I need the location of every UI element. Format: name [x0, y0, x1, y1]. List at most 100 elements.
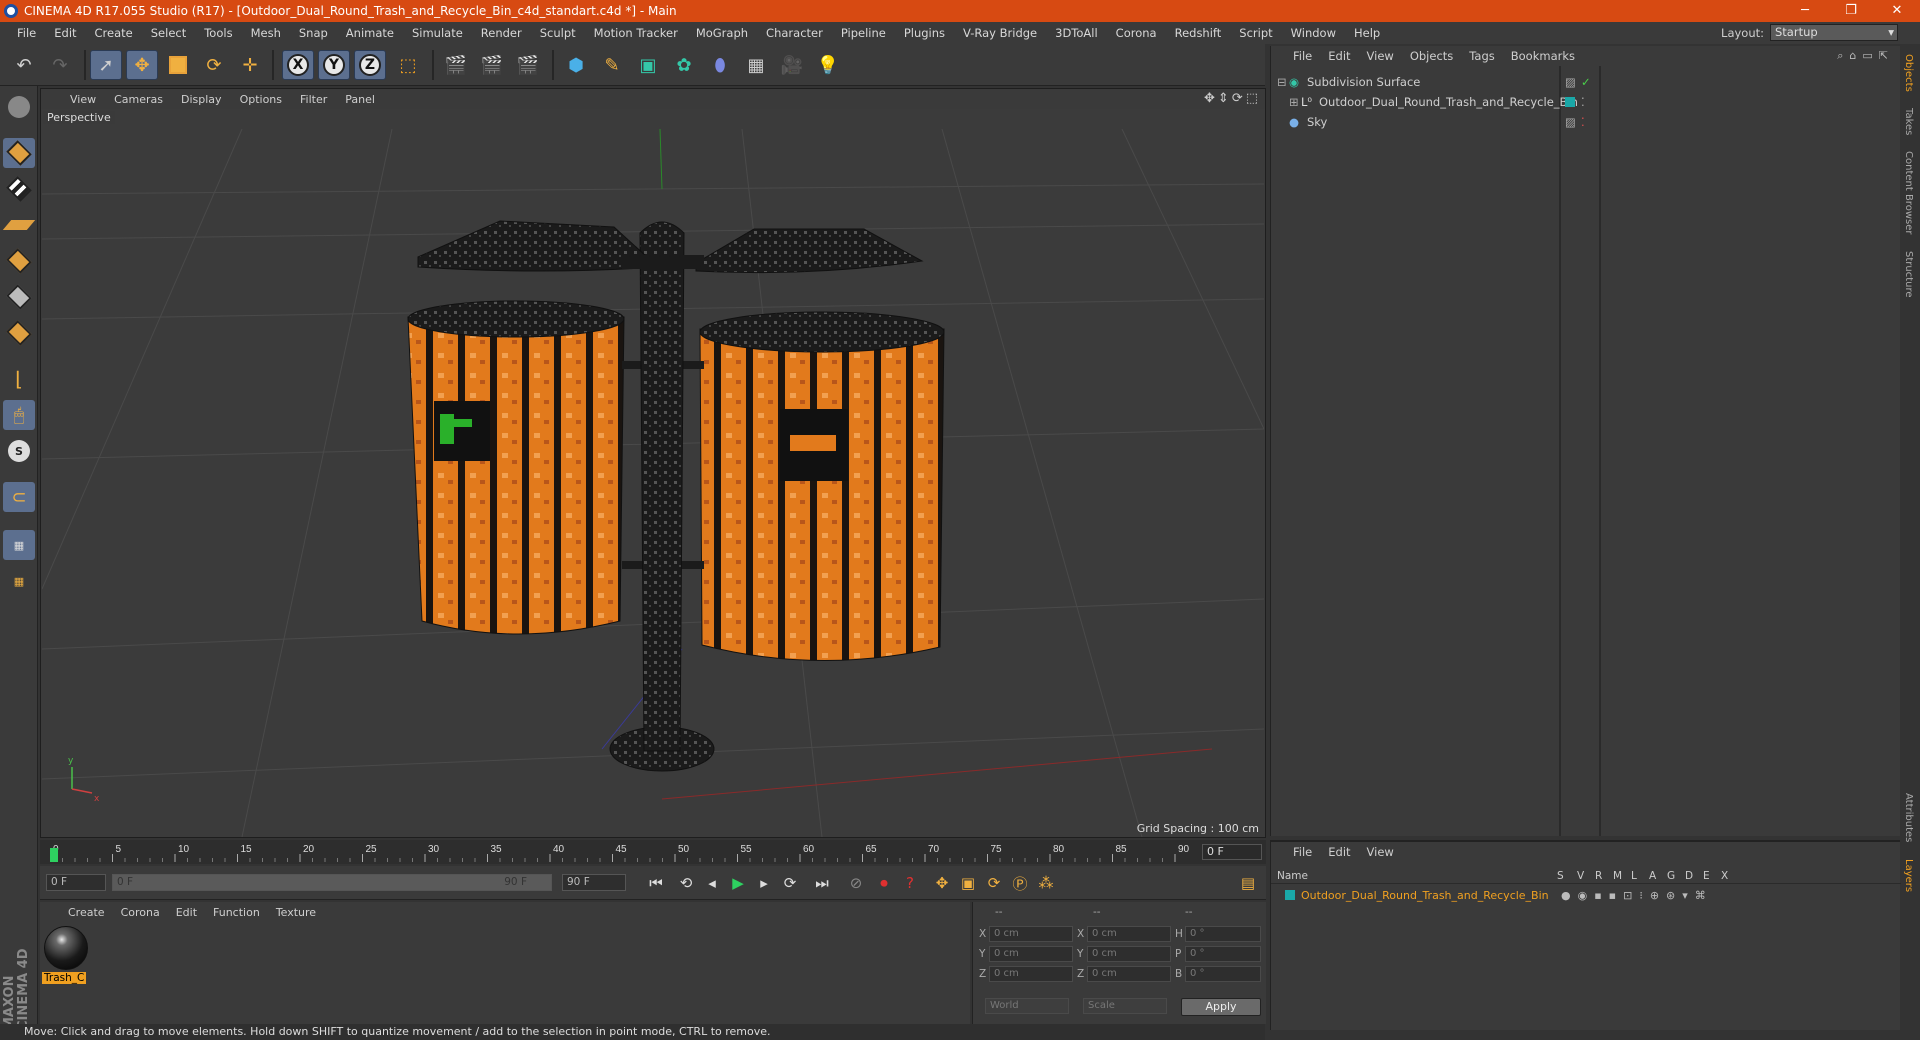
- position-x-field[interactable]: 0 cm: [989, 926, 1073, 942]
- pen-spline-icon[interactable]: ✎: [596, 50, 628, 80]
- menu-mesh[interactable]: Mesh: [242, 26, 290, 40]
- menu-plugins[interactable]: Plugins: [895, 26, 954, 40]
- viewport-menu-display[interactable]: Display: [172, 93, 231, 106]
- object-menu-file[interactable]: File: [1285, 49, 1320, 63]
- material-menu-edit[interactable]: Edit: [168, 906, 205, 919]
- planar-workplane-icon[interactable]: ▦: [3, 566, 35, 596]
- texture-mode-icon[interactable]: [3, 174, 35, 204]
- object-row-subdivision[interactable]: ⊟ ◉ Subdivision Surface ▨ ✓: [1271, 72, 1901, 92]
- light-object-icon[interactable]: 💡: [812, 50, 844, 80]
- rotate-tool-icon[interactable]: ⟳: [198, 50, 230, 80]
- go-to-end-icon[interactable]: ⏭: [810, 872, 834, 894]
- move-tool-icon[interactable]: ✥: [126, 50, 158, 80]
- tab-objects[interactable]: Objects: [1900, 46, 1917, 100]
- layer-menu-edit[interactable]: Edit: [1320, 845, 1358, 859]
- layout-dropdown[interactable]: Startup: [1770, 24, 1898, 41]
- tab-takes[interactable]: Takes: [1900, 100, 1917, 143]
- close-button[interactable]: ✕: [1874, 0, 1920, 22]
- viewport-menu-options[interactable]: Options: [231, 93, 291, 106]
- make-editable-icon[interactable]: [3, 92, 35, 122]
- tab-content-browser[interactable]: Content Browser: [1900, 143, 1917, 242]
- material-name[interactable]: Trash_C: [42, 972, 87, 984]
- object-row-sky[interactable]: ● Sky ▨ ⁚: [1271, 112, 1901, 132]
- layer-menu-view[interactable]: View: [1359, 845, 1402, 859]
- layer-color-swatch[interactable]: [1285, 890, 1295, 900]
- col-s[interactable]: S: [1557, 870, 1577, 882]
- menu-motion-tracker[interactable]: Motion Tracker: [585, 26, 687, 40]
- viewport-menu-view[interactable]: View: [61, 93, 105, 106]
- menu-snap[interactable]: Snap: [290, 26, 337, 40]
- render-settings-icon[interactable]: 🎬: [512, 50, 544, 80]
- visibility-dots-icon[interactable]: ⁚: [1581, 115, 1585, 129]
- timeline-ruler[interactable]: 051015202530354045505560657075808590: [50, 842, 1200, 862]
- coordinate-mode-dropdown[interactable]: World: [985, 998, 1069, 1014]
- layer-flag-icons[interactable]: ●◉▪▪⊡⁝⊕⊛▾⌘: [1561, 889, 1713, 902]
- menu-select[interactable]: Select: [142, 26, 195, 40]
- undo-icon[interactable]: ↶: [8, 50, 40, 80]
- enabled-check-icon[interactable]: ✓: [1581, 75, 1591, 89]
- maximize-button[interactable]: ❐: [1828, 0, 1874, 22]
- frame-range-slider[interactable]: 0 F 90 F: [112, 874, 552, 891]
- visibility-toggle-icon[interactable]: ▨: [1565, 115, 1576, 129]
- size-y-field[interactable]: 0 cm: [1087, 946, 1171, 962]
- subdivision-surface-icon[interactable]: ▣: [632, 50, 664, 80]
- size-mode-dropdown[interactable]: Scale: [1083, 998, 1167, 1014]
- material-menu-create[interactable]: Create: [60, 906, 113, 919]
- menu-mograph[interactable]: MoGraph: [687, 26, 757, 40]
- object-name[interactable]: Outdoor_Dual_Round_Trash_and_Recycle_Bin: [1319, 95, 1578, 109]
- menu-simulate[interactable]: Simulate: [403, 26, 472, 40]
- object-name[interactable]: Sky: [1307, 115, 1327, 129]
- live-selection-icon[interactable]: ➚: [90, 50, 122, 80]
- position-y-field[interactable]: 0 cm: [989, 946, 1073, 962]
- key-parameter-icon[interactable]: Ⓟ: [1008, 872, 1032, 894]
- x-axis-lock-icon[interactable]: X: [282, 50, 314, 80]
- recent-tools-icon[interactable]: ✛: [234, 50, 266, 80]
- tab-layers[interactable]: Layers: [1900, 851, 1917, 900]
- model-mode-icon[interactable]: [3, 138, 35, 168]
- object-manager-search-icon[interactable]: ⌕⌂▭⇱: [1837, 49, 1894, 63]
- layer-color-swatch[interactable]: [1565, 97, 1575, 107]
- start-frame-field[interactable]: 0 F: [46, 874, 106, 891]
- menu-script[interactable]: Script: [1230, 26, 1281, 40]
- z-axis-lock-icon[interactable]: Z: [354, 50, 386, 80]
- coordinate-system-icon[interactable]: ⬚: [392, 50, 424, 80]
- menu-character[interactable]: Character: [757, 26, 832, 40]
- material-menu-corona[interactable]: Corona: [113, 906, 168, 919]
- col-a[interactable]: A: [1649, 870, 1667, 882]
- magnet-icon[interactable]: ⊂: [3, 482, 35, 512]
- col-d[interactable]: D: [1685, 870, 1703, 882]
- col-x[interactable]: X: [1721, 870, 1739, 882]
- menu-vray-bridge[interactable]: V-Ray Bridge: [954, 26, 1046, 40]
- snapping-icon[interactable]: S: [3, 436, 35, 466]
- floor-object-icon[interactable]: ▦: [740, 50, 772, 80]
- object-menu-bookmarks[interactable]: Bookmarks: [1503, 49, 1583, 63]
- col-e[interactable]: E: [1703, 870, 1721, 882]
- deformer-icon[interactable]: ⬮: [704, 50, 736, 80]
- rotation-b-field[interactable]: 0 °: [1185, 966, 1261, 982]
- y-axis-lock-icon[interactable]: Y: [318, 50, 350, 80]
- menu-tools[interactable]: Tools: [195, 26, 241, 40]
- lock-workplane-icon[interactable]: ▦: [3, 530, 35, 560]
- key-rotation-icon[interactable]: ⟳: [982, 872, 1006, 894]
- menu-pipeline[interactable]: Pipeline: [832, 26, 895, 40]
- object-menu-view[interactable]: View: [1359, 49, 1402, 63]
- size-x-field[interactable]: 0 cm: [1087, 926, 1171, 942]
- viewport-menu-filter[interactable]: Filter: [291, 93, 336, 106]
- viewport-navigation-icons[interactable]: ✥⇕⟳⬚: [1204, 91, 1261, 106]
- polygons-mode-icon[interactable]: [3, 318, 35, 348]
- menu-window[interactable]: Window: [1282, 26, 1345, 40]
- viewport-menu-panel[interactable]: Panel: [336, 93, 384, 106]
- points-mode-icon[interactable]: [3, 246, 35, 276]
- position-z-field[interactable]: 0 cm: [989, 966, 1073, 982]
- visibility-toggle-icon[interactable]: ▨: [1565, 75, 1576, 89]
- object-menu-edit[interactable]: Edit: [1320, 49, 1358, 63]
- menu-file[interactable]: File: [8, 26, 45, 40]
- tweak-mode-icon[interactable]: 🖱: [3, 400, 35, 430]
- object-name[interactable]: Subdivision Surface: [1307, 75, 1420, 89]
- object-row-trash-bin[interactable]: ⊞ L⁰ Outdoor_Dual_Round_Trash_and_Recycl…: [1271, 92, 1901, 112]
- workplane-mode-icon[interactable]: [2, 210, 36, 240]
- layer-menu-file[interactable]: File: [1285, 845, 1320, 859]
- apply-button[interactable]: Apply: [1181, 998, 1261, 1016]
- object-menu-objects[interactable]: Objects: [1402, 49, 1461, 63]
- col-r[interactable]: R: [1595, 870, 1613, 882]
